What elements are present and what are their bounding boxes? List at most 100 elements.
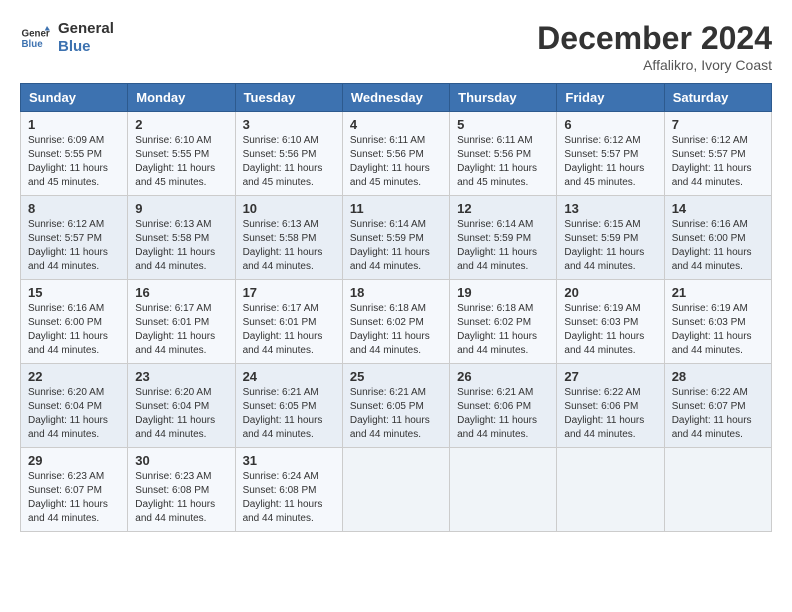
sunrise-label: Sunrise: 6:18 AM	[457, 303, 533, 314]
weekday-header-cell: Wednesday	[342, 84, 449, 112]
calendar-week-row: 29 Sunrise: 6:23 AM Sunset: 6:07 PM Dayl…	[21, 448, 772, 532]
sunset-label: Sunset: 6:07 PM	[28, 485, 102, 496]
sunrise-label: Sunrise: 6:12 AM	[564, 135, 640, 146]
sunset-label: Sunset: 6:07 PM	[672, 401, 746, 412]
sunset-label: Sunset: 5:59 PM	[564, 233, 638, 244]
sunrise-label: Sunrise: 6:10 AM	[243, 135, 319, 146]
calendar-cell: 28 Sunrise: 6:22 AM Sunset: 6:07 PM Dayl…	[664, 364, 771, 448]
calendar-cell: 10 Sunrise: 6:13 AM Sunset: 5:58 PM Dayl…	[235, 196, 342, 280]
sunrise-label: Sunrise: 6:20 AM	[28, 387, 104, 398]
daylight-label: Daylight: 11 hours and 44 minutes.	[672, 163, 752, 188]
day-info: Sunrise: 6:23 AM Sunset: 6:07 PM Dayligh…	[28, 470, 120, 526]
day-number: 12	[457, 201, 549, 216]
sunrise-label: Sunrise: 6:22 AM	[564, 387, 640, 398]
day-number: 5	[457, 117, 549, 132]
sunset-label: Sunset: 6:02 PM	[457, 317, 531, 328]
day-number: 31	[243, 453, 335, 468]
daylight-label: Daylight: 11 hours and 44 minutes.	[243, 415, 323, 440]
daylight-label: Daylight: 11 hours and 44 minutes.	[350, 247, 430, 272]
daylight-label: Daylight: 11 hours and 44 minutes.	[135, 415, 215, 440]
daylight-label: Daylight: 11 hours and 44 minutes.	[564, 415, 644, 440]
sunrise-label: Sunrise: 6:16 AM	[28, 303, 104, 314]
day-info: Sunrise: 6:24 AM Sunset: 6:08 PM Dayligh…	[243, 470, 335, 526]
calendar-cell	[342, 448, 449, 532]
daylight-label: Daylight: 11 hours and 44 minutes.	[457, 415, 537, 440]
calendar-cell: 12 Sunrise: 6:14 AM Sunset: 5:59 PM Dayl…	[450, 196, 557, 280]
daylight-label: Daylight: 11 hours and 45 minutes.	[457, 163, 537, 188]
calendar-cell: 14 Sunrise: 6:16 AM Sunset: 6:00 PM Dayl…	[664, 196, 771, 280]
sunrise-label: Sunrise: 6:21 AM	[457, 387, 533, 398]
day-info: Sunrise: 6:17 AM Sunset: 6:01 PM Dayligh…	[243, 302, 335, 358]
calendar-cell	[450, 448, 557, 532]
sunrise-label: Sunrise: 6:18 AM	[350, 303, 426, 314]
sunrise-label: Sunrise: 6:17 AM	[243, 303, 319, 314]
sunrise-label: Sunrise: 6:21 AM	[243, 387, 319, 398]
sunrise-label: Sunrise: 6:12 AM	[672, 135, 748, 146]
sunrise-label: Sunrise: 6:23 AM	[28, 471, 104, 482]
day-number: 17	[243, 285, 335, 300]
day-info: Sunrise: 6:14 AM Sunset: 5:59 PM Dayligh…	[350, 218, 442, 274]
day-number: 10	[243, 201, 335, 216]
day-number: 21	[672, 285, 764, 300]
sunrise-label: Sunrise: 6:11 AM	[457, 135, 532, 146]
sunrise-label: Sunrise: 6:20 AM	[135, 387, 211, 398]
sunset-label: Sunset: 5:57 PM	[564, 149, 638, 160]
calendar-cell: 11 Sunrise: 6:14 AM Sunset: 5:59 PM Dayl…	[342, 196, 449, 280]
weekday-header-cell: Monday	[128, 84, 235, 112]
sunset-label: Sunset: 5:57 PM	[672, 149, 746, 160]
title-block: December 2024 Affalikro, Ivory Coast	[537, 20, 772, 73]
sunset-label: Sunset: 6:06 PM	[457, 401, 531, 412]
sunset-label: Sunset: 6:04 PM	[135, 401, 209, 412]
sunrise-label: Sunrise: 6:17 AM	[135, 303, 211, 314]
weekday-header-row: SundayMondayTuesdayWednesdayThursdayFrid…	[21, 84, 772, 112]
calendar-cell: 15 Sunrise: 6:16 AM Sunset: 6:00 PM Dayl…	[21, 280, 128, 364]
day-info: Sunrise: 6:12 AM Sunset: 5:57 PM Dayligh…	[28, 218, 120, 274]
daylight-label: Daylight: 11 hours and 45 minutes.	[135, 163, 215, 188]
calendar-cell: 22 Sunrise: 6:20 AM Sunset: 6:04 PM Dayl…	[21, 364, 128, 448]
weekday-header-cell: Saturday	[664, 84, 771, 112]
sunrise-label: Sunrise: 6:15 AM	[564, 219, 640, 230]
weekday-header-cell: Tuesday	[235, 84, 342, 112]
sunrise-label: Sunrise: 6:13 AM	[135, 219, 211, 230]
daylight-label: Daylight: 11 hours and 44 minutes.	[28, 247, 108, 272]
calendar-cell: 20 Sunrise: 6:19 AM Sunset: 6:03 PM Dayl…	[557, 280, 664, 364]
sunrise-label: Sunrise: 6:14 AM	[457, 219, 533, 230]
day-number: 27	[564, 369, 656, 384]
calendar-week-row: 8 Sunrise: 6:12 AM Sunset: 5:57 PM Dayli…	[21, 196, 772, 280]
sunset-label: Sunset: 5:56 PM	[457, 149, 531, 160]
daylight-label: Daylight: 11 hours and 45 minutes.	[28, 163, 108, 188]
day-number: 16	[135, 285, 227, 300]
day-number: 15	[28, 285, 120, 300]
daylight-label: Daylight: 11 hours and 44 minutes.	[672, 415, 752, 440]
sunrise-label: Sunrise: 6:12 AM	[28, 219, 104, 230]
calendar-body: 1 Sunrise: 6:09 AM Sunset: 5:55 PM Dayli…	[21, 112, 772, 532]
day-number: 25	[350, 369, 442, 384]
calendar-cell: 2 Sunrise: 6:10 AM Sunset: 5:55 PM Dayli…	[128, 112, 235, 196]
calendar-week-row: 15 Sunrise: 6:16 AM Sunset: 6:00 PM Dayl…	[21, 280, 772, 364]
calendar-cell	[664, 448, 771, 532]
day-info: Sunrise: 6:10 AM Sunset: 5:56 PM Dayligh…	[243, 134, 335, 190]
daylight-label: Daylight: 11 hours and 44 minutes.	[243, 247, 323, 272]
logo: General Blue General Blue	[20, 20, 114, 56]
day-info: Sunrise: 6:21 AM Sunset: 6:05 PM Dayligh…	[243, 386, 335, 442]
logo-line2: Blue	[58, 38, 114, 56]
daylight-label: Daylight: 11 hours and 44 minutes.	[457, 331, 537, 356]
calendar-cell: 30 Sunrise: 6:23 AM Sunset: 6:08 PM Dayl…	[128, 448, 235, 532]
day-info: Sunrise: 6:10 AM Sunset: 5:55 PM Dayligh…	[135, 134, 227, 190]
day-number: 8	[28, 201, 120, 216]
day-info: Sunrise: 6:19 AM Sunset: 6:03 PM Dayligh…	[672, 302, 764, 358]
day-info: Sunrise: 6:09 AM Sunset: 5:55 PM Dayligh…	[28, 134, 120, 190]
sunset-label: Sunset: 6:05 PM	[243, 401, 317, 412]
sunset-label: Sunset: 6:03 PM	[672, 317, 746, 328]
day-number: 22	[28, 369, 120, 384]
day-number: 1	[28, 117, 120, 132]
day-number: 24	[243, 369, 335, 384]
day-info: Sunrise: 6:22 AM Sunset: 6:06 PM Dayligh…	[564, 386, 656, 442]
day-info: Sunrise: 6:11 AM Sunset: 5:56 PM Dayligh…	[350, 134, 442, 190]
calendar-cell: 6 Sunrise: 6:12 AM Sunset: 5:57 PM Dayli…	[557, 112, 664, 196]
sunset-label: Sunset: 5:55 PM	[28, 149, 102, 160]
day-info: Sunrise: 6:14 AM Sunset: 5:59 PM Dayligh…	[457, 218, 549, 274]
day-info: Sunrise: 6:15 AM Sunset: 5:59 PM Dayligh…	[564, 218, 656, 274]
calendar-cell: 7 Sunrise: 6:12 AM Sunset: 5:57 PM Dayli…	[664, 112, 771, 196]
daylight-label: Daylight: 11 hours and 44 minutes.	[350, 331, 430, 356]
